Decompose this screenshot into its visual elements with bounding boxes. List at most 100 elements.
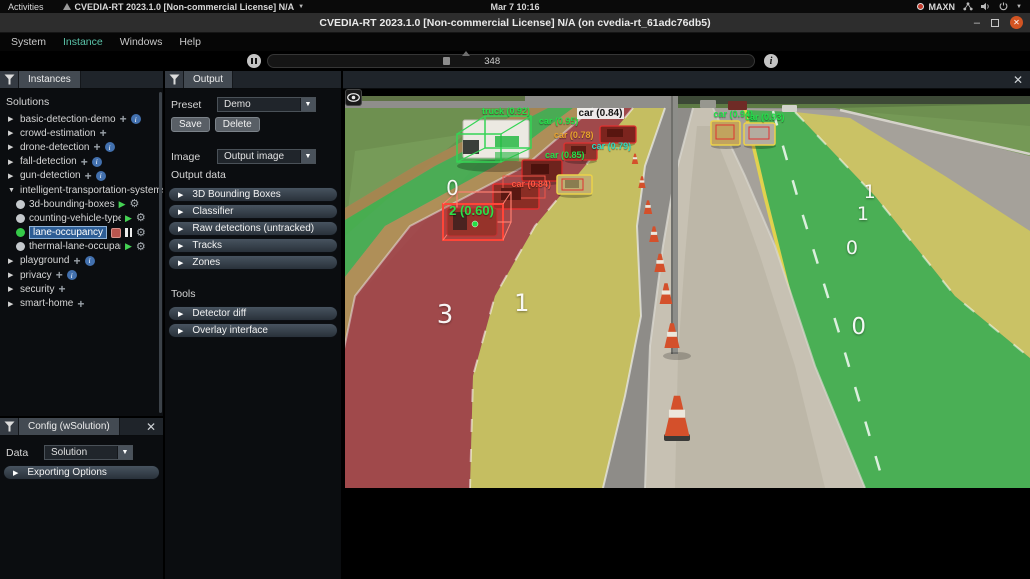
video-panel: ✕: [343, 71, 1030, 579]
play-icon[interactable]: ▶: [125, 213, 132, 224]
system-menu-caret-icon[interactable]: ▼: [1016, 4, 1022, 10]
add-instance-icon[interactable]: +: [94, 142, 101, 152]
tree-item-intelligent-transportation-systems[interactable]: ▼ intelligent-transportation-systems: [0, 183, 163, 197]
selected-instance-label[interactable]: lane-occupancy: [29, 226, 107, 239]
add-instance-icon[interactable]: +: [58, 284, 65, 294]
slider-handle[interactable]: [443, 57, 450, 65]
data-label: Data: [6, 447, 34, 459]
section-raw-detections[interactable]: ▶ Raw detections (untracked): [168, 221, 338, 236]
tab-config[interactable]: Config (wSolution): [19, 418, 120, 435]
info-icon[interactable]: i: [67, 270, 77, 280]
caret-right-icon[interactable]: ▶: [8, 285, 16, 293]
section-classifier[interactable]: ▶ Classifier: [168, 204, 338, 219]
info-icon[interactable]: i: [131, 114, 141, 124]
traffic-video-frame[interactable]: truck (0.92)car (0.95)car (0.84)car (0.7…: [345, 96, 1030, 488]
maximize-button[interactable]: [991, 19, 999, 27]
dropdown-arrow-icon[interactable]: ▼: [117, 446, 132, 459]
info-icon[interactable]: i: [105, 142, 115, 152]
section-3d-bounding-boxes[interactable]: ▶ 3D Bounding Boxes: [168, 187, 338, 202]
network-share-icon[interactable]: [963, 2, 973, 11]
tree-item-fall-detection[interactable]: ▶ fall-detection + i: [0, 155, 163, 169]
tree-item-smart-home[interactable]: ▶ smart-home +: [0, 296, 163, 310]
play-icon[interactable]: ▶: [119, 199, 126, 210]
caret-right-icon[interactable]: ▶: [8, 300, 16, 308]
info-icon[interactable]: i: [92, 157, 102, 167]
add-instance-icon[interactable]: +: [81, 157, 88, 167]
close-panel-icon[interactable]: ✕: [1013, 75, 1023, 85]
close-panel-icon[interactable]: ✕: [146, 422, 156, 432]
tab-output[interactable]: Output: [184, 71, 233, 88]
tool-overlay-interface[interactable]: ▶ Overlay interface: [168, 323, 338, 338]
menu-instance[interactable]: Instance: [63, 36, 103, 48]
pause-button[interactable]: [247, 54, 261, 68]
add-instance-icon[interactable]: +: [100, 128, 107, 138]
instance-lane-occupancy[interactable]: lane-occupancy ⚙: [0, 226, 163, 240]
caret-right-icon[interactable]: ▶: [8, 143, 16, 151]
tool-detector-diff[interactable]: ▶ Detector diff: [168, 306, 338, 321]
minimize-button[interactable]: –: [974, 19, 980, 27]
caret-right-icon[interactable]: ▶: [8, 129, 16, 137]
add-instance-icon[interactable]: +: [85, 171, 92, 181]
menu-windows[interactable]: Windows: [120, 36, 163, 48]
caret-down-icon[interactable]: ▼: [8, 187, 16, 194]
filter-icon[interactable]: [0, 71, 19, 88]
activities-button[interactable]: Activities: [8, 2, 44, 12]
tree-item-crowd-estimation[interactable]: ▶ crowd-estimation +: [0, 126, 163, 140]
volume-icon[interactable]: [981, 2, 991, 11]
app-indicator[interactable]: CVEDIA-RT 2023.1.0 [Non-commercial Licen…: [63, 2, 305, 12]
dropdown-arrow-icon[interactable]: ▼: [300, 150, 315, 163]
eye-visibility-button[interactable]: [345, 89, 362, 106]
info-icon[interactable]: i: [96, 171, 106, 181]
frame-slider[interactable]: 348: [267, 54, 755, 68]
section-zones[interactable]: ▶ Zones: [168, 255, 338, 270]
screen-recorder-indicator[interactable]: MAXN: [917, 2, 956, 12]
tree-item-privacy[interactable]: ▶ privacy + i: [0, 268, 163, 282]
instances-tree: Solutions ▶ basic-detection-demo + i ▶ c…: [0, 89, 163, 416]
add-instance-icon[interactable]: +: [56, 270, 63, 280]
info-button[interactable]: i: [764, 54, 778, 68]
lane-count: 1: [857, 203, 869, 225]
caret-right-icon[interactable]: ▶: [8, 158, 16, 166]
gear-icon[interactable]: ⚙: [136, 242, 146, 252]
preset-select[interactable]: Demo ▼: [217, 97, 316, 112]
scrollbar[interactable]: [159, 92, 162, 413]
caret-right-icon[interactable]: ▶: [8, 115, 16, 123]
dropdown-arrow-icon[interactable]: ▼: [300, 98, 315, 111]
add-instance-icon[interactable]: +: [77, 299, 84, 309]
pause-icon[interactable]: [125, 228, 132, 237]
image-select[interactable]: Output image ▼: [217, 149, 316, 164]
gear-icon[interactable]: ⚙: [130, 199, 140, 209]
instance-counting-vehicle-types[interactable]: counting-vehicle-types ▶ ⚙: [0, 211, 163, 225]
delete-button[interactable]: Delete: [215, 117, 260, 132]
instance-thermal-lane-occupancy[interactable]: thermal-lane-occupan ▶ ⚙: [0, 240, 163, 254]
gear-icon[interactable]: ⚙: [136, 213, 146, 223]
instance-3d-bounding-boxes[interactable]: 3d-bounding-boxes ▶ ⚙: [0, 197, 163, 211]
power-icon[interactable]: [999, 2, 1008, 11]
filter-icon[interactable]: [0, 418, 19, 435]
caret-right-icon[interactable]: ▶: [8, 257, 16, 265]
caret-right-icon[interactable]: ▶: [8, 271, 16, 279]
gear-icon[interactable]: ⚙: [136, 228, 146, 238]
menu-system[interactable]: System: [11, 36, 46, 48]
section-tracks[interactable]: ▶ Tracks: [168, 238, 338, 253]
info-icon[interactable]: i: [85, 256, 95, 266]
add-instance-icon[interactable]: +: [120, 114, 127, 124]
solutions-heading: Solutions: [0, 94, 163, 112]
stop-icon[interactable]: [111, 228, 121, 238]
close-button[interactable]: ✕: [1010, 16, 1023, 29]
caret-right-icon[interactable]: ▶: [8, 172, 16, 180]
data-select[interactable]: Solution ▼: [44, 445, 133, 460]
add-instance-icon[interactable]: +: [73, 256, 80, 266]
tree-item-drone-detection[interactable]: ▶ drone-detection + i: [0, 140, 163, 154]
tree-item-playground[interactable]: ▶ playground + i: [0, 254, 163, 268]
menu-help[interactable]: Help: [179, 36, 201, 48]
tree-item-security[interactable]: ▶ security +: [0, 282, 163, 296]
clock[interactable]: Mar 7 10:16: [490, 2, 539, 12]
tree-item-basic-detection-demo[interactable]: ▶ basic-detection-demo + i: [0, 112, 163, 126]
save-button[interactable]: Save: [171, 117, 210, 132]
play-icon[interactable]: ▶: [125, 241, 132, 252]
exporting-options-section[interactable]: ▶ Exporting Options: [3, 465, 160, 480]
tree-item-gun-detection[interactable]: ▶ gun-detection + i: [0, 169, 163, 183]
filter-icon[interactable]: [165, 71, 184, 88]
tab-instances[interactable]: Instances: [19, 71, 81, 88]
